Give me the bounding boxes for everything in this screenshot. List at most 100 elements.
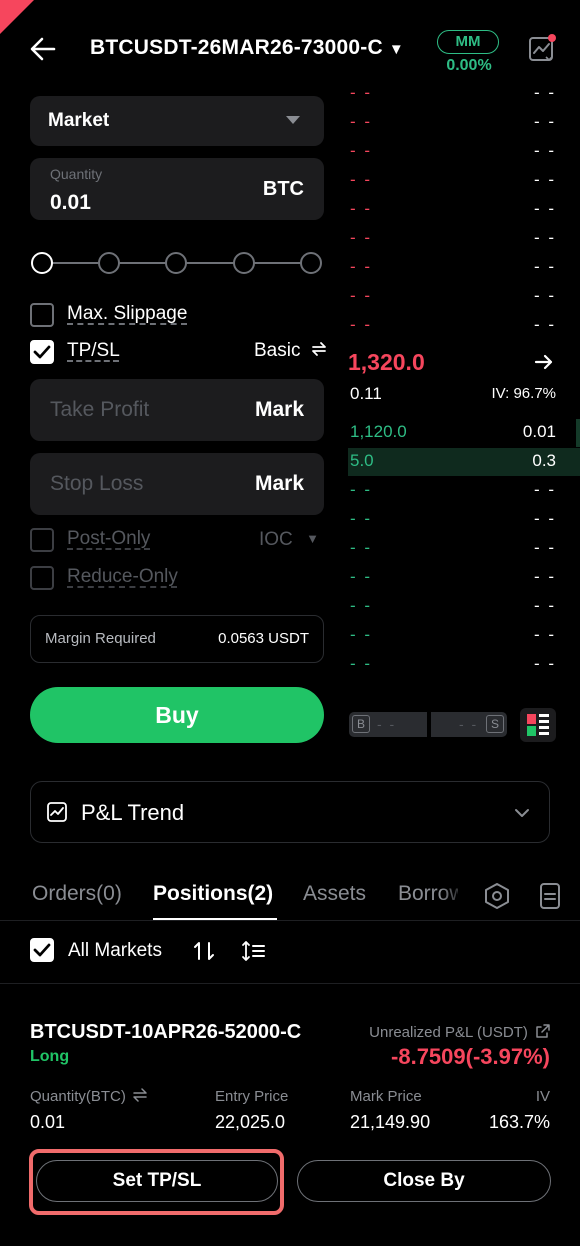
tab-assets[interactable]: Assets xyxy=(303,882,366,906)
tpsl-checkbox[interactable] xyxy=(30,340,54,364)
bid-price: 5.0 xyxy=(350,451,374,470)
slider-step-100[interactable] xyxy=(300,252,322,274)
instrument-selector[interactable]: BTCUSDT-26MAR26-73000-C ▼ xyxy=(90,36,404,60)
chevron-down-icon xyxy=(515,809,529,817)
ask-row[interactable]: - -- - xyxy=(350,109,556,138)
ask-price: - - xyxy=(350,315,373,334)
post-only-label[interactable]: Post-Only xyxy=(67,528,150,550)
slider-step-0[interactable] xyxy=(31,252,53,274)
tab-positions[interactable]: Positions(2) xyxy=(153,882,273,906)
swap-icon[interactable] xyxy=(132,1088,148,1102)
caret-down-icon: ▼ xyxy=(306,531,319,546)
bid-row[interactable]: - -- - xyxy=(350,622,556,651)
bid-row[interactable]: - -- - xyxy=(350,593,556,622)
tpsl-label[interactable]: TP/SL xyxy=(67,340,120,362)
bid-row[interactable]: - -- - xyxy=(350,535,556,564)
bid-price: - - xyxy=(350,480,373,499)
filter-list-icon[interactable] xyxy=(241,939,267,963)
share-icon[interactable] xyxy=(536,1024,550,1038)
stop-loss-trigger[interactable]: Mark xyxy=(255,472,304,496)
mark-price-value: 21,149.90 xyxy=(350,1112,431,1132)
reduce-only-checkbox[interactable] xyxy=(30,566,54,590)
slider-step-75[interactable] xyxy=(233,252,255,274)
document-list-icon[interactable] xyxy=(539,882,561,910)
unrealized-pnl-label: Unrealized P&L (USDT) xyxy=(369,1024,550,1041)
pnl-trend-panel[interactable]: P&L Trend xyxy=(30,781,550,843)
caret-down-icon: ▼ xyxy=(388,41,404,58)
bid-row[interactable]: 5.0 0.3 xyxy=(350,448,556,477)
tpsl-mode-toggle[interactable]: Basic xyxy=(254,340,328,362)
ask-row[interactable]: - -- - xyxy=(350,225,556,254)
all-markets-checkbox[interactable] xyxy=(30,938,54,962)
reduce-only-label[interactable]: Reduce-Only xyxy=(67,566,178,588)
bid-row[interactable]: - -- - xyxy=(350,651,556,680)
order-type-select[interactable]: Market xyxy=(30,96,324,146)
entry-price-value: 22,025.0 xyxy=(215,1112,286,1132)
time-in-force-select[interactable]: IOC ▼ xyxy=(259,529,319,551)
settings-hexagon-icon[interactable] xyxy=(483,882,511,910)
take-profit-input[interactable]: Take Profit Mark xyxy=(30,379,324,441)
bid-row[interactable]: - -- - xyxy=(350,477,556,506)
ask-row[interactable]: - -- - xyxy=(350,254,556,283)
slider-step-25[interactable] xyxy=(98,252,120,274)
max-slippage-label[interactable]: Max. Slippage xyxy=(67,303,187,325)
buy-ratio: - - xyxy=(377,716,397,732)
quantity-header: Quantity(BTC) xyxy=(30,1088,148,1105)
pnl-trend-label: P&L Trend xyxy=(81,800,185,825)
bid-row[interactable]: - -- - xyxy=(350,506,556,535)
ask-size: - - xyxy=(533,112,556,131)
ask-row[interactable]: - -- - xyxy=(350,167,556,196)
bid-size: 0.3 xyxy=(532,451,556,470)
ask-row[interactable]: - -- - xyxy=(350,196,556,225)
back-arrow-icon[interactable] xyxy=(28,34,58,64)
order-type-value: Market xyxy=(48,110,110,131)
max-slippage-checkbox[interactable] xyxy=(30,303,54,327)
orderbook-layout-button[interactable] xyxy=(520,708,556,742)
ask-row[interactable]: - -- - xyxy=(350,312,556,341)
take-profit-trigger[interactable]: Mark xyxy=(255,398,304,422)
ask-row[interactable]: - -- - xyxy=(350,138,556,167)
tab-orders[interactable]: Orders(0) xyxy=(32,882,122,906)
dropdown-triangle-icon xyxy=(286,116,300,124)
chart-icon[interactable] xyxy=(528,34,556,62)
post-only-checkbox[interactable] xyxy=(30,528,54,552)
tab-divider xyxy=(0,920,580,921)
bid-size: - - xyxy=(533,538,556,557)
position-instrument[interactable]: BTCUSDT-10APR26-52000-C xyxy=(30,1021,301,1044)
orderbook-layout-icon xyxy=(527,714,549,736)
mark-price-header: Mark Price xyxy=(350,1088,422,1105)
ask-price: - - xyxy=(350,228,373,247)
ask-size: - - xyxy=(533,83,556,102)
stop-loss-placeholder: Stop Loss xyxy=(50,472,144,495)
slider-step-50[interactable] xyxy=(165,252,187,274)
bid-size: - - xyxy=(533,625,556,644)
mm-badge[interactable]: MM xyxy=(437,30,499,54)
last-price[interactable]: 1,320.0 xyxy=(348,349,425,376)
ask-row[interactable]: - -- - xyxy=(350,283,556,312)
quantity-header-text: Quantity(BTC) xyxy=(30,1088,126,1105)
section-divider xyxy=(0,983,580,984)
all-markets-label[interactable]: All Markets xyxy=(68,940,162,962)
ask-row[interactable]: - -- - xyxy=(350,80,556,109)
stop-loss-input[interactable]: Stop Loss Mark xyxy=(30,453,324,515)
quantity-input[interactable]: Quantity 0.01 BTC xyxy=(30,158,324,220)
margin-label: Margin Required xyxy=(45,630,156,647)
bid-depth-bar xyxy=(576,419,580,447)
tpsl-mode-label: Basic xyxy=(254,340,301,361)
bid-row[interactable]: - -- - xyxy=(350,564,556,593)
unrealized-pnl-label-text: Unrealized P&L (USDT) xyxy=(369,1024,528,1041)
bid-size: - - xyxy=(533,654,556,673)
bid-price: - - xyxy=(350,567,373,586)
iv-value: 163.7% xyxy=(488,1112,550,1132)
ask-price: - - xyxy=(350,257,373,276)
sort-icon[interactable] xyxy=(192,939,216,963)
position-side: Long xyxy=(30,1048,70,1065)
arrow-right-icon[interactable] xyxy=(534,352,554,372)
close-by-button[interactable]: Close By xyxy=(297,1160,551,1202)
buy-button[interactable]: Buy xyxy=(30,687,324,743)
ask-size: - - xyxy=(533,199,556,218)
bid-row[interactable]: 1,120.0 0.01 xyxy=(350,419,556,448)
quantity-unit[interactable]: BTC xyxy=(263,178,304,201)
tab-fade xyxy=(440,876,468,912)
trend-chart-icon xyxy=(47,802,67,822)
